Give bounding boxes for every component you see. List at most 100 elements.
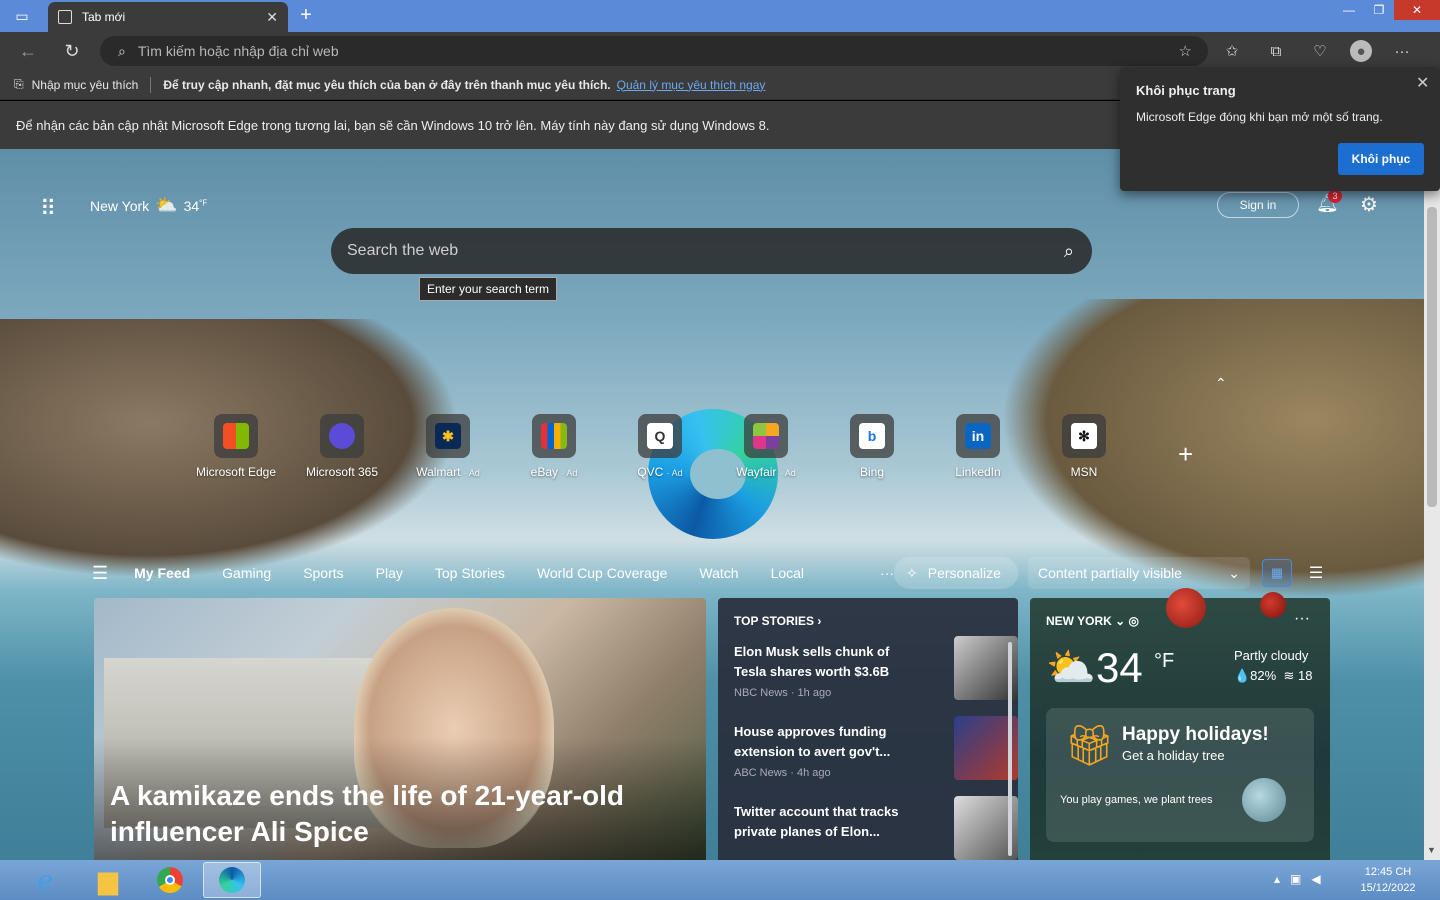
weather-summary[interactable]: New York ⛅ 34°F	[90, 195, 207, 216]
browser-essentials-icon[interactable]: ♡	[1306, 37, 1334, 65]
featured-article-card[interactable]: A kamikaze ends the life of 21-year-old …	[94, 598, 706, 860]
tile-icon	[744, 414, 788, 458]
story-item[interactable]: Twitter account that tracks private plan…	[734, 796, 1018, 860]
popup-description: Microsoft Edge đóng khi bạn mở một số tr…	[1136, 110, 1383, 124]
collapse-chevron-icon[interactable]: ⌃	[1215, 375, 1227, 392]
search-icon[interactable]: ⌕	[1064, 241, 1074, 262]
more-tabs-button[interactable]: ···	[880, 565, 894, 581]
weather-stats: 💧82% ≋ 18	[1234, 668, 1312, 684]
clock-date: 15/12/2022	[1360, 882, 1416, 894]
scroll-down-arrow-icon[interactable]: ▼	[1427, 845, 1437, 855]
add-site-icon[interactable]: +	[1178, 439, 1193, 470]
add-favorite-icon[interactable]: ☆	[1179, 42, 1192, 60]
story-item[interactable]: Elon Musk sells chunk of Tesla shares wo…	[734, 636, 1018, 722]
back-button[interactable]: ←	[14, 37, 42, 65]
popup-title: Khôi phục trang	[1136, 83, 1236, 98]
story-item[interactable]: House approves funding extension to aver…	[734, 716, 1018, 802]
sign-in-button[interactable]: Sign in	[1217, 192, 1299, 218]
tab-play[interactable]: Play	[376, 565, 403, 581]
weather-unit: °F	[1154, 650, 1175, 672]
top-stories-card: TOP STORIES › Elon Musk sells chunk of T…	[718, 598, 1018, 860]
app-launcher-icon[interactable]: ⠿	[40, 196, 56, 222]
tile-icon: b	[850, 414, 894, 458]
minimize-button[interactable]: —	[1334, 0, 1364, 20]
tab-local[interactable]: Local	[771, 565, 804, 581]
address-bar[interactable]: ⌕ Tìm kiếm hoặc nhập địa chỉ web ☆	[100, 36, 1208, 66]
tile-icon	[320, 414, 364, 458]
story-title: House approves funding extension to aver…	[734, 724, 891, 759]
volume-icon[interactable]: ◀	[1311, 872, 1320, 886]
more-options-icon[interactable]: ···	[1294, 610, 1310, 628]
quick-link-walmart[interactable]: ✱ Walmart · Ad	[398, 414, 498, 479]
content-visibility-dropdown[interactable]: Content partially visible ⌄	[1028, 557, 1250, 589]
walmart-logo-icon: ✱	[435, 423, 461, 449]
tab-my-feed[interactable]: My Feed	[134, 565, 190, 581]
scrollbar-thumb[interactable]	[1427, 207, 1437, 507]
more-menu-icon[interactable]: ···	[1388, 37, 1416, 65]
list-layout-icon[interactable]: ☰	[1302, 559, 1330, 587]
refresh-button[interactable]: ↻	[58, 37, 86, 65]
profile-avatar[interactable]: ●	[1350, 40, 1372, 62]
internet-explorer-icon[interactable]: ℯ	[16, 862, 74, 898]
hamburger-menu-icon[interactable]: ☰	[92, 563, 108, 584]
import-favorites-icon[interactable]: ⎘	[14, 77, 24, 92]
tile-label: MSN	[1070, 465, 1098, 479]
tab-actions-icon[interactable]: ▭	[12, 7, 32, 25]
aqi-value: 18	[1297, 668, 1313, 683]
favorites-icon[interactable]: ✩	[1218, 37, 1246, 65]
quick-link-microsoft-edge[interactable]: Microsoft Edge	[186, 414, 286, 479]
notification-badge: 3	[1328, 189, 1342, 203]
tab-sports[interactable]: Sports	[303, 565, 343, 581]
chrome-icon[interactable]	[141, 862, 199, 898]
new-tab-page: ⠿ New York ⛅ 34°F Sign in 🔔︎ 3 ⚙ Search …	[0, 149, 1424, 860]
close-tab-icon[interactable]: ✕	[266, 9, 278, 26]
tab-new-tab[interactable]: Tab mới ✕	[48, 2, 288, 32]
personalize-icon: ✧	[906, 564, 918, 581]
microsoft-logo-icon	[223, 423, 249, 449]
settings-gear-icon[interactable]: ⚙	[1360, 192, 1378, 217]
card-scrollbar[interactable]	[1008, 642, 1012, 856]
quick-link-msn[interactable]: ✻ MSN	[1034, 414, 1134, 479]
holiday-promo-card[interactable]: 🎁︎ Happy holidays! Get a holiday tree Yo…	[1046, 708, 1314, 842]
restore-button[interactable]: Khôi phục	[1338, 143, 1424, 175]
tile-label: Wayfair · Ad	[736, 465, 796, 479]
page-scrollbar[interactable]: ▲ ▼	[1424, 149, 1440, 860]
tab-top-stories[interactable]: Top Stories	[435, 565, 505, 581]
manage-favorites-link[interactable]: Quản lý mục yêu thích ngay	[617, 78, 766, 92]
quick-link-wayfair[interactable]: Wayfair · Ad	[716, 414, 816, 479]
update-message: Để nhận các bản cập nhật Microsoft Edge …	[16, 118, 770, 133]
title-bar: ▭ Tab mới ✕ + — ❐ ✕	[0, 0, 1440, 32]
import-favorites-label[interactable]: Nhập mục yêu thích	[32, 78, 139, 92]
promo-subtitle: Get a holiday tree	[1122, 748, 1225, 763]
file-explorer-icon[interactable]: ▆	[79, 862, 137, 898]
edge-taskbar-icon[interactable]	[203, 862, 261, 898]
weather-card[interactable]: NEW YORK ⌄ ◎ ··· ⛅ 34 °F Partly cloudy 💧…	[1030, 588, 1330, 860]
quick-link-microsoft-365[interactable]: Microsoft 365	[292, 414, 392, 479]
tab-world-cup-coverage[interactable]: World Cup Coverage	[537, 565, 667, 581]
tab-gaming[interactable]: Gaming	[222, 565, 271, 581]
ornament-decoration	[1166, 588, 1206, 628]
partly-cloudy-icon: ⛅	[155, 195, 178, 215]
top-stories-heading[interactable]: TOP STORIES ›	[734, 614, 1018, 628]
web-search-box[interactable]: Search the web ⌕	[331, 228, 1092, 274]
close-popup-icon[interactable]: ✕	[1416, 73, 1429, 93]
notifications-bell-icon[interactable]: 🔔︎ 3	[1316, 189, 1342, 214]
close-window-button[interactable]: ✕	[1394, 0, 1440, 20]
grid-layout-icon[interactable]: ▦	[1262, 559, 1292, 587]
new-tab-button[interactable]: +	[294, 4, 318, 28]
show-hidden-icons-icon[interactable]: ▴	[1274, 872, 1280, 886]
tile-label: Microsoft 365	[305, 465, 379, 479]
temperature: 34	[183, 197, 200, 214]
quick-link-linkedin[interactable]: in LinkedIn	[928, 414, 1028, 479]
collections-icon[interactable]: ⧉	[1262, 37, 1290, 65]
aqi-icon: ≋	[1283, 668, 1295, 683]
quick-link-bing[interactable]: b Bing	[822, 414, 922, 479]
network-icon[interactable]: ▣	[1290, 872, 1301, 886]
restore-button[interactable]: ❐	[1364, 0, 1394, 20]
tile-icon: in	[956, 414, 1000, 458]
quick-link-qvc[interactable]: Q QVC · Ad	[610, 414, 710, 479]
system-clock[interactable]: 12:45 CH 15/12/2022	[1348, 864, 1428, 896]
tab-watch[interactable]: Watch	[699, 565, 738, 581]
personalize-button[interactable]: ✧ Personalize	[894, 557, 1018, 589]
quick-link-ebay[interactable]: eBay · Ad	[504, 414, 604, 479]
